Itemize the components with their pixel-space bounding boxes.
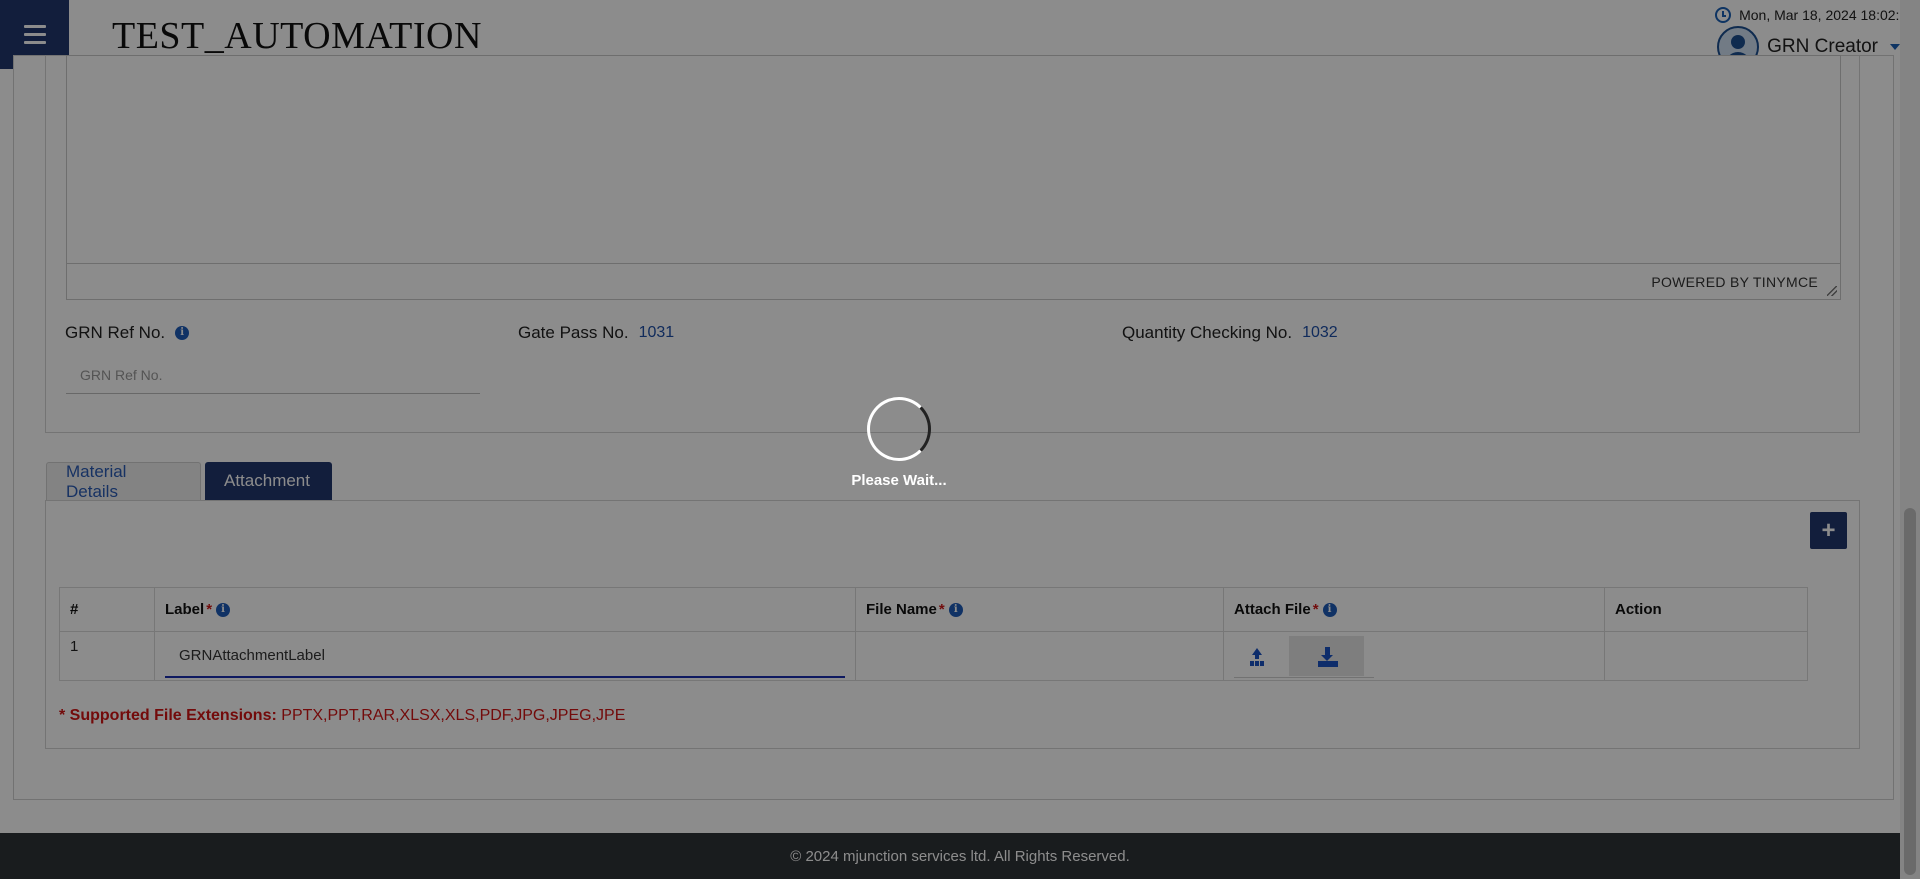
loading-overlay: [0, 0, 1920, 879]
loading-text: Please Wait...: [851, 472, 947, 489]
loading-spinner-icon: [867, 397, 931, 461]
